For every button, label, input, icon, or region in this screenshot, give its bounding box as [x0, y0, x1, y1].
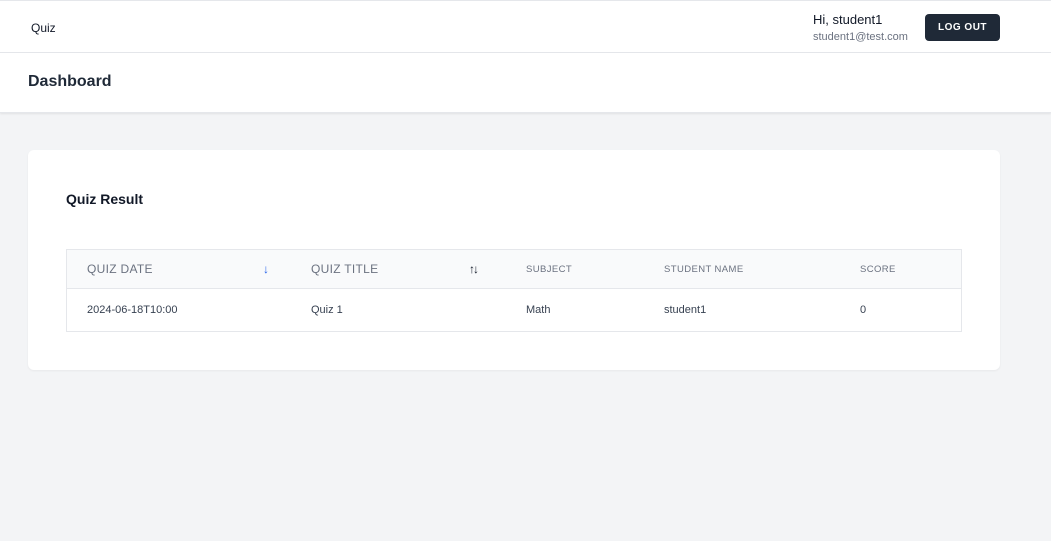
cell-student-name: student1	[664, 304, 707, 316]
table-header: QUIZ DATE ↓ QUIZ TITLE ↑↓ SUBJECT STUDEN…	[67, 250, 961, 289]
logout-button[interactable]: LOG OUT	[925, 14, 1000, 41]
user-info: Hi, student1 student1@test.com	[813, 12, 908, 44]
user-greeting: Hi, student1	[813, 12, 883, 27]
top-navbar: Quiz Hi, student1 student1@test.com LOG …	[0, 0, 1051, 53]
card-title: Quiz Result	[66, 191, 144, 207]
cell-score: 0	[860, 304, 867, 316]
column-header-quiz-date[interactable]: QUIZ DATE	[87, 250, 153, 289]
sort-unsorted-icon[interactable]: ↑↓	[469, 250, 479, 289]
column-header-subject: SUBJECT	[526, 264, 573, 275]
cell-subject: Math	[526, 304, 551, 316]
page-header: Dashboard	[0, 53, 1051, 113]
cell-quiz-date: 2024-06-18T10:00	[87, 304, 178, 316]
sort-descending-icon[interactable]: ↓	[263, 250, 269, 289]
user-email: student1@test.com	[813, 31, 908, 43]
quiz-result-table: QUIZ DATE ↓ QUIZ TITLE ↑↓ SUBJECT STUDEN…	[66, 249, 962, 332]
quiz-result-card: Quiz Result QUIZ DATE ↓ QUIZ TITLE ↑↓ SU…	[28, 150, 1000, 370]
column-header-score: SCORE	[860, 264, 896, 275]
column-header-quiz-title[interactable]: QUIZ TITLE	[311, 250, 378, 289]
table-row: 2024-06-18T10:00 Quiz 1 Math student1 0	[67, 289, 961, 331]
app-brand[interactable]: Quiz	[31, 21, 56, 35]
page-title: Dashboard	[28, 73, 112, 90]
column-header-student-name: STUDENT NAME	[664, 264, 744, 275]
cell-quiz-title: Quiz 1	[311, 304, 343, 316]
